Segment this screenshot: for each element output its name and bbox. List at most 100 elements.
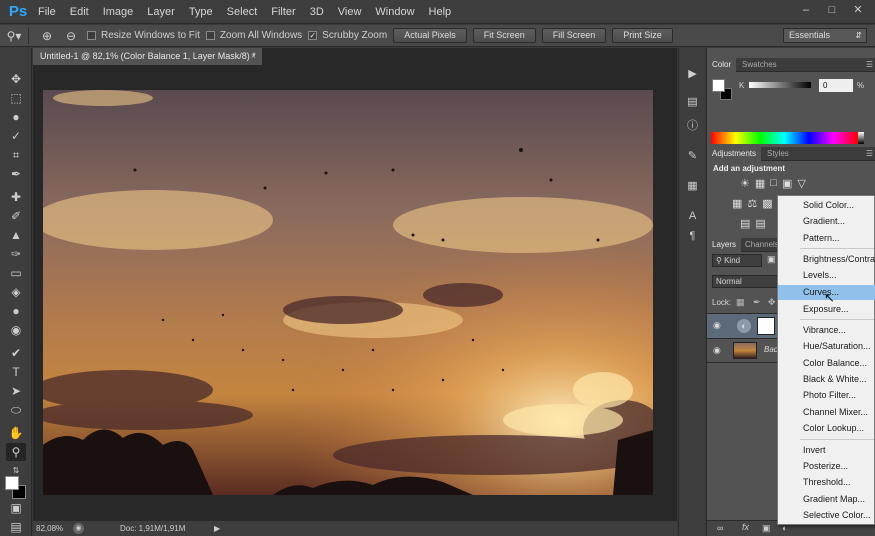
brush-panel-icon[interactable]: ✎ bbox=[684, 148, 701, 164]
zoom-out-icon[interactable]: ⊖ bbox=[61, 27, 81, 45]
menu-image[interactable]: Image bbox=[96, 0, 141, 24]
color-spectrum[interactable] bbox=[711, 132, 858, 144]
menu-item-channel-mixer[interactable]: Channel Mixer... bbox=[778, 405, 875, 420]
tab-swatches[interactable]: Swatches bbox=[737, 58, 782, 72]
tab-color[interactable]: Color bbox=[707, 58, 737, 72]
zoom-level[interactable]: 82,08% bbox=[36, 521, 63, 536]
balance-icon[interactable]: ⚖ bbox=[747, 197, 757, 210]
menu-item-hue-saturation[interactable]: Hue/Saturation... bbox=[778, 339, 875, 354]
menu-item-brightness-contrast[interactable]: Brightness/Contrast... bbox=[778, 252, 875, 267]
foreground-color-swatch[interactable] bbox=[5, 476, 19, 490]
move-tool-icon[interactable]: ✥ bbox=[6, 70, 26, 88]
menu-item-levels[interactable]: Levels... bbox=[778, 268, 875, 283]
menu-item-invert[interactable]: Invert bbox=[778, 443, 875, 458]
menu-file[interactable]: File bbox=[31, 0, 63, 24]
levels-icon[interactable]: ▦ bbox=[755, 177, 765, 190]
document-tab[interactable]: Untitled-1 @ 82,1% (Color Balance 1, Lay… bbox=[33, 48, 263, 65]
zoom-in-icon[interactable]: ⊕ bbox=[37, 27, 57, 45]
zoom-tool-icon[interactable]: ⚲ bbox=[6, 443, 26, 461]
pen-tool-icon[interactable]: ✔ bbox=[6, 344, 26, 362]
workspace-select[interactable]: Essentials ⇵ bbox=[783, 28, 867, 43]
menu-item-gradient[interactable]: Gradient... bbox=[778, 214, 875, 229]
minimize-button[interactable]: – bbox=[795, 2, 817, 18]
dodge-tool-icon[interactable]: ◉ bbox=[6, 321, 26, 339]
curves-icon[interactable]: □ bbox=[770, 177, 777, 190]
screen-mode-icon[interactable]: ▤ bbox=[6, 518, 26, 536]
menu-view[interactable]: View bbox=[331, 0, 369, 24]
add-mask-icon[interactable]: ▣ bbox=[762, 523, 771, 534]
paint-bucket-icon[interactable]: ◈ bbox=[6, 283, 26, 301]
k-value-input[interactable]: 0 bbox=[819, 79, 853, 92]
type-tool-icon[interactable]: T bbox=[6, 363, 26, 381]
link-layers-icon[interactable]: ∞ bbox=[717, 523, 723, 533]
menu-window[interactable]: Window bbox=[368, 0, 421, 24]
lock-position-icon[interactable]: ✥ bbox=[768, 297, 776, 308]
menu-type[interactable]: Type bbox=[182, 0, 220, 24]
zoom-all-windows-checkbox[interactable]: Zoom All Windows bbox=[205, 30, 302, 41]
checkbox-box[interactable] bbox=[87, 31, 96, 40]
bw-ramp[interactable] bbox=[858, 132, 864, 144]
checkmark-icon[interactable]: ✓ bbox=[308, 31, 318, 40]
info-panel-icon[interactable]: ⓘ bbox=[684, 118, 701, 134]
menu-item-pattern[interactable]: Pattern... bbox=[778, 231, 875, 246]
lock-transparency-icon[interactable]: ▦ bbox=[736, 297, 745, 308]
menu-item-photo-filter[interactable]: Photo Filter... bbox=[778, 388, 875, 403]
play-icon[interactable]: ▶ bbox=[684, 66, 701, 82]
print-size-button[interactable]: Print Size bbox=[612, 28, 673, 43]
tab-adjustments[interactable]: Adjustments bbox=[707, 147, 762, 161]
layer-filter-select[interactable]: ⚲ Kind bbox=[712, 254, 762, 267]
menu-item-vibrance[interactable]: Vibrance... bbox=[778, 323, 875, 338]
menu-item-color-lookup[interactable]: Color Lookup... bbox=[778, 421, 875, 436]
image-filter-icon[interactable]: ▣ bbox=[767, 254, 776, 265]
shape-tool-icon[interactable]: ⬭ bbox=[6, 401, 26, 419]
black-white-icon[interactable]: ▩ bbox=[762, 197, 772, 210]
crop-tool-icon[interactable]: ⌗ bbox=[6, 146, 26, 164]
tab-layers[interactable]: Layers bbox=[707, 238, 742, 252]
resize-windows-checkbox[interactable]: Resize Windows to Fit bbox=[87, 30, 200, 41]
lock-pixels-icon[interactable]: ✒ bbox=[753, 297, 761, 308]
brush-tool-icon[interactable]: ✐ bbox=[6, 207, 26, 225]
k-slider[interactable] bbox=[749, 82, 811, 88]
fx-icon[interactable]: fx bbox=[742, 522, 749, 532]
menu-item-solid-color[interactable]: Solid Color... bbox=[778, 198, 875, 213]
layer-mask-thumbnail[interactable] bbox=[757, 317, 775, 335]
exposure-icon[interactable]: ▣ bbox=[782, 177, 792, 190]
tab-styles[interactable]: Styles bbox=[762, 147, 794, 161]
eraser-icon[interactable]: ▭ bbox=[6, 264, 26, 282]
posterize-icon[interactable]: ▤ bbox=[755, 217, 765, 230]
menu-help[interactable]: Help bbox=[422, 0, 459, 24]
scrubby-zoom-checkbox[interactable]: ✓ Scrubby Zoom bbox=[308, 30, 387, 41]
invert-icon[interactable]: ▤ bbox=[740, 217, 750, 230]
quick-selection-icon[interactable]: ✓ bbox=[6, 127, 26, 145]
checkbox-box[interactable] bbox=[205, 31, 215, 40]
brightness-icon[interactable]: ☀ bbox=[740, 177, 750, 190]
play-arrow-icon[interactable]: ▶ bbox=[214, 521, 220, 536]
menu-item-threshold[interactable]: Threshold... bbox=[778, 475, 875, 490]
foreground-color-chip[interactable] bbox=[712, 79, 725, 92]
menu-item-color-balance[interactable]: Color Balance... bbox=[778, 356, 875, 371]
history-brush-icon[interactable]: ✑ bbox=[6, 245, 26, 263]
close-tab-icon[interactable]: × bbox=[251, 48, 256, 65]
blur-tool-icon[interactable]: ● bbox=[6, 302, 26, 320]
menu-item-black-white[interactable]: Black & White... bbox=[778, 372, 875, 387]
clone-stamp-icon[interactable]: ▲ bbox=[6, 226, 26, 244]
menu-item-selective-color[interactable]: Selective Color... bbox=[778, 508, 875, 523]
clone-source-icon[interactable]: ▦ bbox=[684, 178, 701, 194]
fill-screen-button[interactable]: Fill Screen bbox=[541, 28, 607, 43]
vibrance-icon[interactable]: ▦ bbox=[732, 197, 742, 210]
gradient-triangle-icon[interactable]: ▽ bbox=[797, 177, 805, 190]
paragraph-panel-icon[interactable]: ¶ bbox=[684, 228, 701, 244]
menu-filter[interactable]: Filter bbox=[264, 0, 302, 24]
menu-item-gradient-map[interactable]: Gradient Map... bbox=[778, 492, 875, 507]
maximize-button[interactable]: □ bbox=[821, 2, 843, 18]
zoom-tool-preset-icon[interactable]: ⚲▾ bbox=[4, 27, 24, 45]
menu-select[interactable]: Select bbox=[220, 0, 265, 24]
panel-menu-icon[interactable]: ☰ bbox=[866, 147, 873, 161]
path-selection-icon[interactable]: ➤ bbox=[6, 382, 26, 400]
blend-mode-select[interactable]: Normal bbox=[712, 275, 778, 288]
panel-menu-icon[interactable]: ☰ bbox=[866, 58, 873, 72]
photoshop-logo[interactable]: Ps bbox=[5, 2, 31, 22]
actual-pixels-button[interactable]: Actual Pixels bbox=[393, 28, 467, 43]
menu-3d[interactable]: 3D bbox=[303, 0, 331, 24]
history-icon[interactable]: ▤ bbox=[684, 94, 701, 110]
